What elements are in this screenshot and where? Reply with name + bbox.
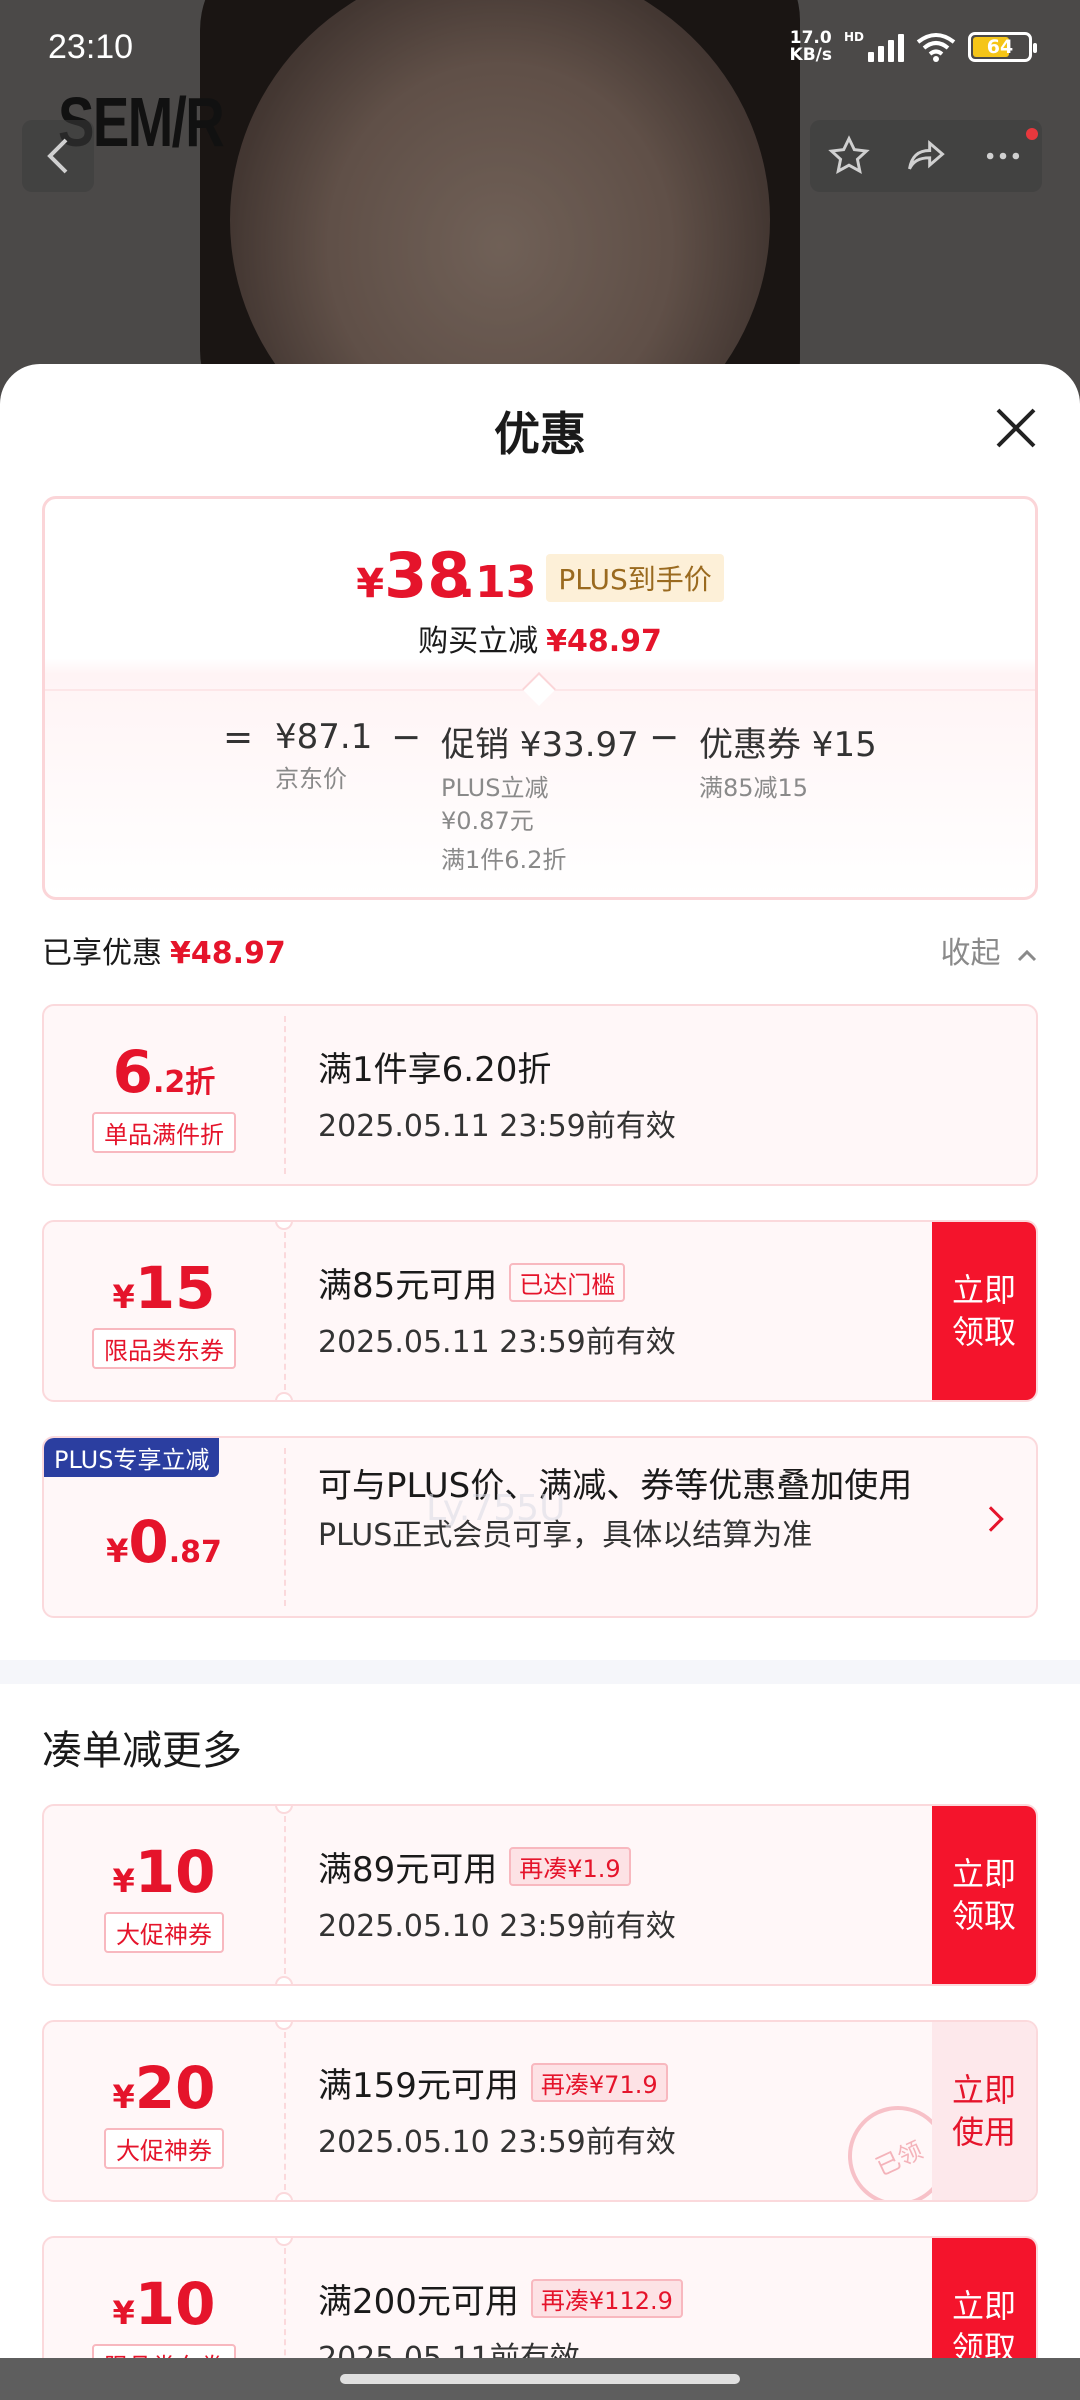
wifi-icon	[916, 33, 956, 62]
coupon-amount: ¥20	[112, 2053, 216, 2122]
close-icon[interactable]	[992, 404, 1040, 452]
sheet-title: 优惠	[494, 407, 586, 461]
star-icon[interactable]	[827, 134, 871, 178]
hd-indicator: HD	[843, 30, 864, 44]
card-expiry: 2025.05.11 23:59前有效	[318, 1109, 676, 1144]
card-expiry: 2025.05.11 23:59前有效	[318, 1325, 676, 1360]
coupon-card: ¥20 大促神券 满159元可用 再凑¥71.9 2025.05.10 23:5…	[42, 2020, 1038, 2202]
chevron-up-icon	[1017, 949, 1037, 962]
threshold-tag: 已达门槛	[509, 1263, 626, 1302]
status-bar: 23:10 17.0 KB/s HD 64	[48, 24, 1037, 76]
plus-amount: ¥0.87	[106, 1508, 222, 1576]
coupon-block: 优惠券 ¥15 满85减15	[699, 725, 877, 802]
card-type-badge: 限品类东券	[92, 1327, 236, 1369]
price-formula: = ¥87.1 京东价 − 促销 ¥33.97 PLUS立减 ¥0.87元 满1…	[45, 717, 1035, 887]
enjoyed-discount: 已享优惠 ¥48.97	[42, 936, 286, 971]
signal-icon	[868, 32, 904, 62]
card-expiry: 2025.05.10 23:59前有效	[318, 2125, 676, 2160]
use-button[interactable]: 立即使用	[932, 2022, 1036, 2200]
card-title: 可与PLUS价、满减、券等优惠叠加使用	[318, 1466, 913, 1506]
card-title: 满159元可用 再凑¥71.9	[318, 2058, 916, 2107]
minus-sign: −	[649, 717, 680, 758]
add-more-tag: 再凑¥1.9	[509, 1847, 631, 1886]
watermark: Ly.755U	[426, 1488, 566, 1529]
add-more-tag: 再凑¥112.9	[530, 2279, 683, 2318]
coupon-card: ¥15 限品类东券 满85元可用 已达门槛 2025.05.11 23:59前有…	[42, 1220, 1038, 1402]
claim-button[interactable]: 立即领取	[932, 1806, 1036, 1984]
discount-card: 6.2折 单品满件折 满1件享6.20折 2025.05.11 23:59前有效	[42, 1004, 1038, 1186]
card-title: 满89元可用 再凑¥1.9	[318, 1842, 916, 1891]
battery-icon: 64	[968, 32, 1037, 62]
card-title: 满85元可用 已达门槛	[318, 1258, 916, 1307]
card-expiry: 2025.05.10 23:59前有效	[318, 1909, 676, 1944]
share-icon[interactable]	[904, 134, 948, 178]
plus-price-tag: PLUS到手价	[546, 554, 724, 602]
notification-dot	[1026, 128, 1038, 140]
coupon-amount: ¥15	[112, 1253, 216, 1322]
final-price: ¥38.13 PLUS到手价	[356, 539, 724, 612]
home-indicator[interactable]	[340, 2374, 740, 2384]
coupon-card: ¥10 大促神券 满89元可用 再凑¥1.9 2025.05.10 23:59前…	[42, 1804, 1038, 1986]
jd-price-block: ¥87.1 京东价	[275, 717, 373, 793]
back-button[interactable]	[22, 120, 94, 192]
coupon-amount: ¥10	[112, 2269, 216, 2338]
card-title: 满1件享6.20折	[318, 1050, 552, 1090]
discount-sheet: 优惠 ¥38.13 PLUS到手价 购买立减 ¥48.97 = ¥87.1 京东价…	[0, 364, 1080, 2400]
chevron-left-icon	[47, 138, 68, 174]
section-title: 凑单减更多	[42, 1728, 242, 1774]
status-icons: 17.0 KB/s HD 64	[789, 28, 1037, 65]
equals-sign: =	[223, 717, 254, 758]
price-summary: ¥38.13 PLUS到手价 购买立减 ¥48.97 = ¥87.1 京东价 − …	[42, 496, 1038, 900]
card-type-badge: 大促神券	[104, 2127, 224, 2169]
gesture-nav-bar	[0, 2358, 1080, 2400]
chevron-right-icon	[978, 1506, 1004, 1532]
card-type-badge: 大促神券	[104, 1911, 224, 1953]
network-speed: 17.0 KB/s	[789, 28, 832, 65]
top-action-bar	[810, 120, 1042, 192]
promo-block: 促销 ¥33.97 PLUS立减 ¥0.87元 满1件6.2折	[441, 725, 639, 874]
card-type-badge: 单品满件折	[92, 1111, 236, 1153]
discount-amount: 6.2折	[112, 1037, 216, 1106]
collapse-toggle[interactable]: 收起	[940, 928, 1038, 972]
status-time: 23:10	[48, 28, 134, 66]
add-more-tag: 再凑¥71.9	[530, 2063, 668, 2102]
coupon-amount: ¥10	[112, 1837, 216, 1906]
card-subtitle: PLUS正式会员可享，具体以结算为准	[318, 1518, 813, 1553]
instant-saving: 购买立减 ¥48.97	[418, 624, 662, 659]
minus-sign: −	[391, 717, 422, 758]
card-title: 满200元可用 再凑¥112.9	[318, 2274, 916, 2323]
more-icon[interactable]	[981, 134, 1025, 178]
claim-button[interactable]: 立即领取	[932, 1222, 1036, 1400]
pointer-arrow	[522, 672, 556, 706]
section-divider	[0, 1660, 1080, 1684]
